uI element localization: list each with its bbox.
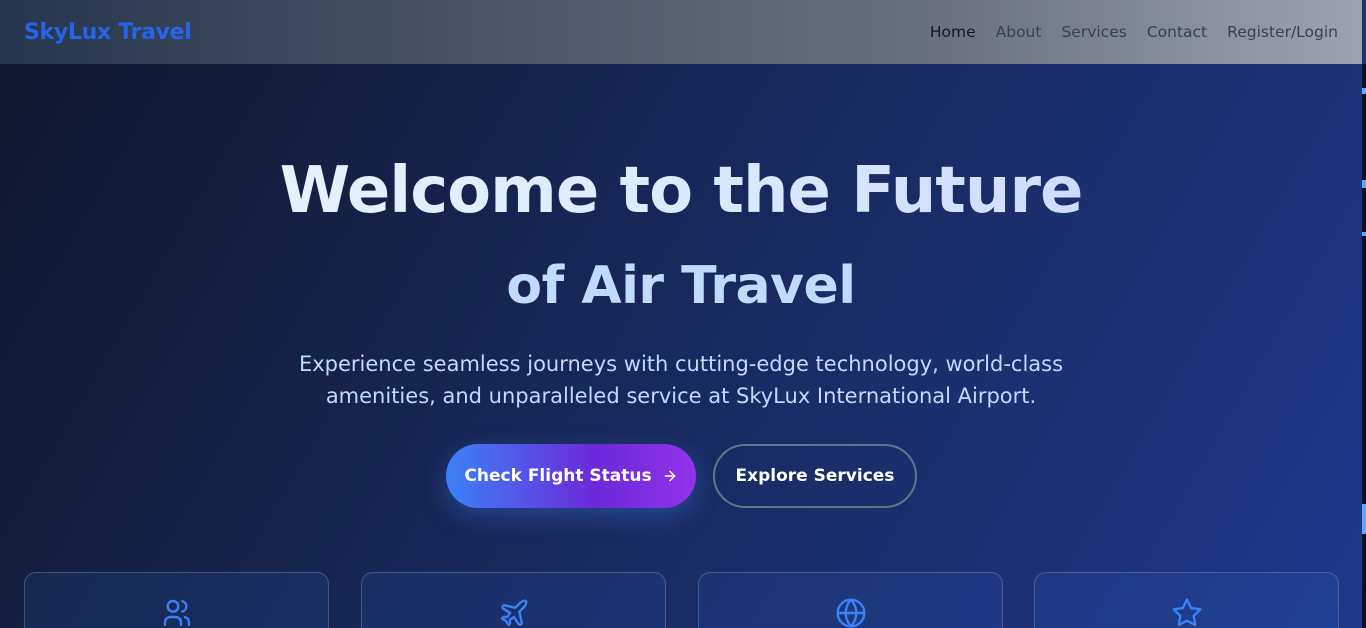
feature-card-premium[interactable] bbox=[1034, 572, 1339, 628]
nav-link-contact[interactable]: Contact bbox=[1127, 23, 1207, 41]
feature-cards bbox=[24, 572, 1339, 628]
arrow-right-icon bbox=[664, 470, 675, 482]
nav-link-about[interactable]: About bbox=[976, 23, 1042, 41]
hero-title: Welcome to the Future bbox=[0, 154, 1362, 228]
nav-link-home[interactable]: Home bbox=[910, 23, 976, 41]
nav-link-register-login[interactable]: Register/Login bbox=[1207, 23, 1338, 41]
nav-link-services[interactable]: Services bbox=[1041, 23, 1126, 41]
users-icon bbox=[163, 599, 190, 627]
feature-card-passengers[interactable] bbox=[24, 572, 329, 628]
background-edge-strip bbox=[1362, 64, 1366, 628]
check-flight-status-button[interactable]: Check Flight Status bbox=[446, 444, 696, 508]
feature-card-flights[interactable] bbox=[361, 572, 666, 628]
hero-section: Welcome to the Future of Air Travel Expe… bbox=[0, 64, 1362, 628]
nav-links: Home About Services Contact Register/Log… bbox=[910, 23, 1338, 41]
star-icon bbox=[1171, 598, 1202, 627]
check-flight-status-label: Check Flight Status bbox=[464, 466, 652, 486]
hero-title-second-line: of Air Travel bbox=[506, 256, 856, 316]
plane-icon bbox=[500, 599, 527, 627]
feature-card-global[interactable] bbox=[698, 572, 1003, 628]
hero-subtitle: Experience seamless journeys with cuttin… bbox=[298, 352, 1064, 408]
brand-logo[interactable]: SkyLux Travel bbox=[24, 20, 192, 45]
explore-services-button[interactable]: Explore Services bbox=[713, 444, 917, 508]
navbar: SkyLux Travel Home About Services Contac… bbox=[0, 0, 1362, 64]
explore-services-label: Explore Services bbox=[735, 466, 895, 486]
globe-icon bbox=[835, 598, 866, 628]
